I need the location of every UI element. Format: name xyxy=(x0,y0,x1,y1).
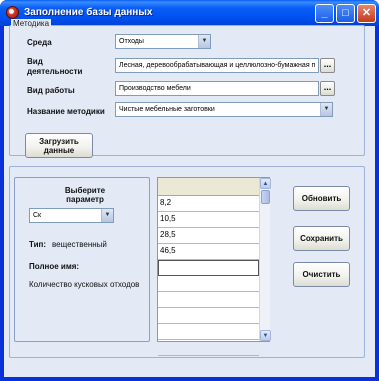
window-title: Заполнение базы данных xyxy=(24,7,153,18)
maximize-button[interactable]: □ xyxy=(336,4,355,23)
table-row[interactable] xyxy=(158,308,259,324)
minimize-button[interactable]: _ xyxy=(315,4,334,23)
table-row[interactable] xyxy=(158,260,259,276)
table-row[interactable]: 10,5 xyxy=(158,212,259,228)
values-grid[interactable]: 8,2 10,5 28,5 46,5 ▲ ▼ xyxy=(157,177,271,356)
full-name-value: Количество кусковых отходов xyxy=(29,280,140,289)
minimize-icon: _ xyxy=(321,7,328,19)
grid-scrollbar[interactable]: ▲ ▼ xyxy=(259,178,271,341)
load-data-label-line1: Загрузить xyxy=(39,136,79,146)
load-data-label-line2: данные xyxy=(43,145,75,155)
type-label: Тип: xyxy=(29,240,46,249)
save-button[interactable]: Сохранить xyxy=(293,226,350,251)
method-name-select[interactable]: Чистые мебельные заготовки xyxy=(115,102,333,117)
environment-label: Среда xyxy=(27,38,52,47)
environment-select[interactable]: Отходы xyxy=(115,34,211,49)
parameter-dropdown-icon[interactable]: ▼ xyxy=(101,209,113,222)
close-icon: ✕ xyxy=(361,7,372,19)
scroll-up-icon[interactable]: ▲ xyxy=(260,178,271,189)
work-value: Производство мебели xyxy=(119,85,191,92)
parameter-heading-line2: параметр xyxy=(66,195,104,204)
maximize-icon: □ xyxy=(342,7,349,19)
type-value: вещественный xyxy=(52,240,107,249)
method-group-legend: Методика xyxy=(11,19,52,28)
activity-field[interactable]: Лесная, деревообрабатывающая и целлюлозн… xyxy=(115,58,319,73)
table-row[interactable]: 46,5 xyxy=(158,244,259,260)
parameter-heading-line1: Выберите xyxy=(64,186,106,195)
grid-header xyxy=(158,178,259,196)
app-icon xyxy=(6,6,19,19)
table-row[interactable] xyxy=(158,340,259,356)
scroll-down-icon[interactable]: ▼ xyxy=(260,330,271,341)
activity-label-line2: деятельности xyxy=(27,67,83,76)
method-name-label: Название методики xyxy=(27,107,105,116)
parameter-value: Ск xyxy=(33,212,42,219)
table-row[interactable] xyxy=(158,276,259,292)
scroll-thumb[interactable] xyxy=(261,190,270,204)
method-name-dropdown-icon[interactable]: ▼ xyxy=(320,103,332,116)
table-row[interactable]: 8,2 xyxy=(158,196,259,212)
work-field[interactable]: Производство мебели xyxy=(115,81,319,96)
load-data-button[interactable]: Загрузить данные xyxy=(25,133,93,158)
method-name-value: Чистые мебельные заготовки xyxy=(119,106,215,113)
table-row[interactable]: 28,5 xyxy=(158,228,259,244)
close-button[interactable]: ✕ xyxy=(357,4,376,23)
environment-value: Отходы xyxy=(119,38,144,45)
activity-browse-button[interactable]: ... xyxy=(320,58,335,73)
work-browse-button[interactable]: ... xyxy=(320,81,335,96)
activity-label-line1: Вид xyxy=(27,57,43,66)
environment-dropdown-icon[interactable]: ▼ xyxy=(198,35,210,48)
activity-value: Лесная, деревообрабатывающая и целлюлозн… xyxy=(119,62,316,69)
table-row[interactable] xyxy=(158,292,259,308)
refresh-button[interactable]: Обновить xyxy=(293,186,350,211)
full-name-label: Полное имя: xyxy=(29,262,80,271)
table-row[interactable] xyxy=(158,324,259,340)
clear-button[interactable]: Очистить xyxy=(293,262,350,287)
work-label: Вид работы xyxy=(27,86,75,95)
